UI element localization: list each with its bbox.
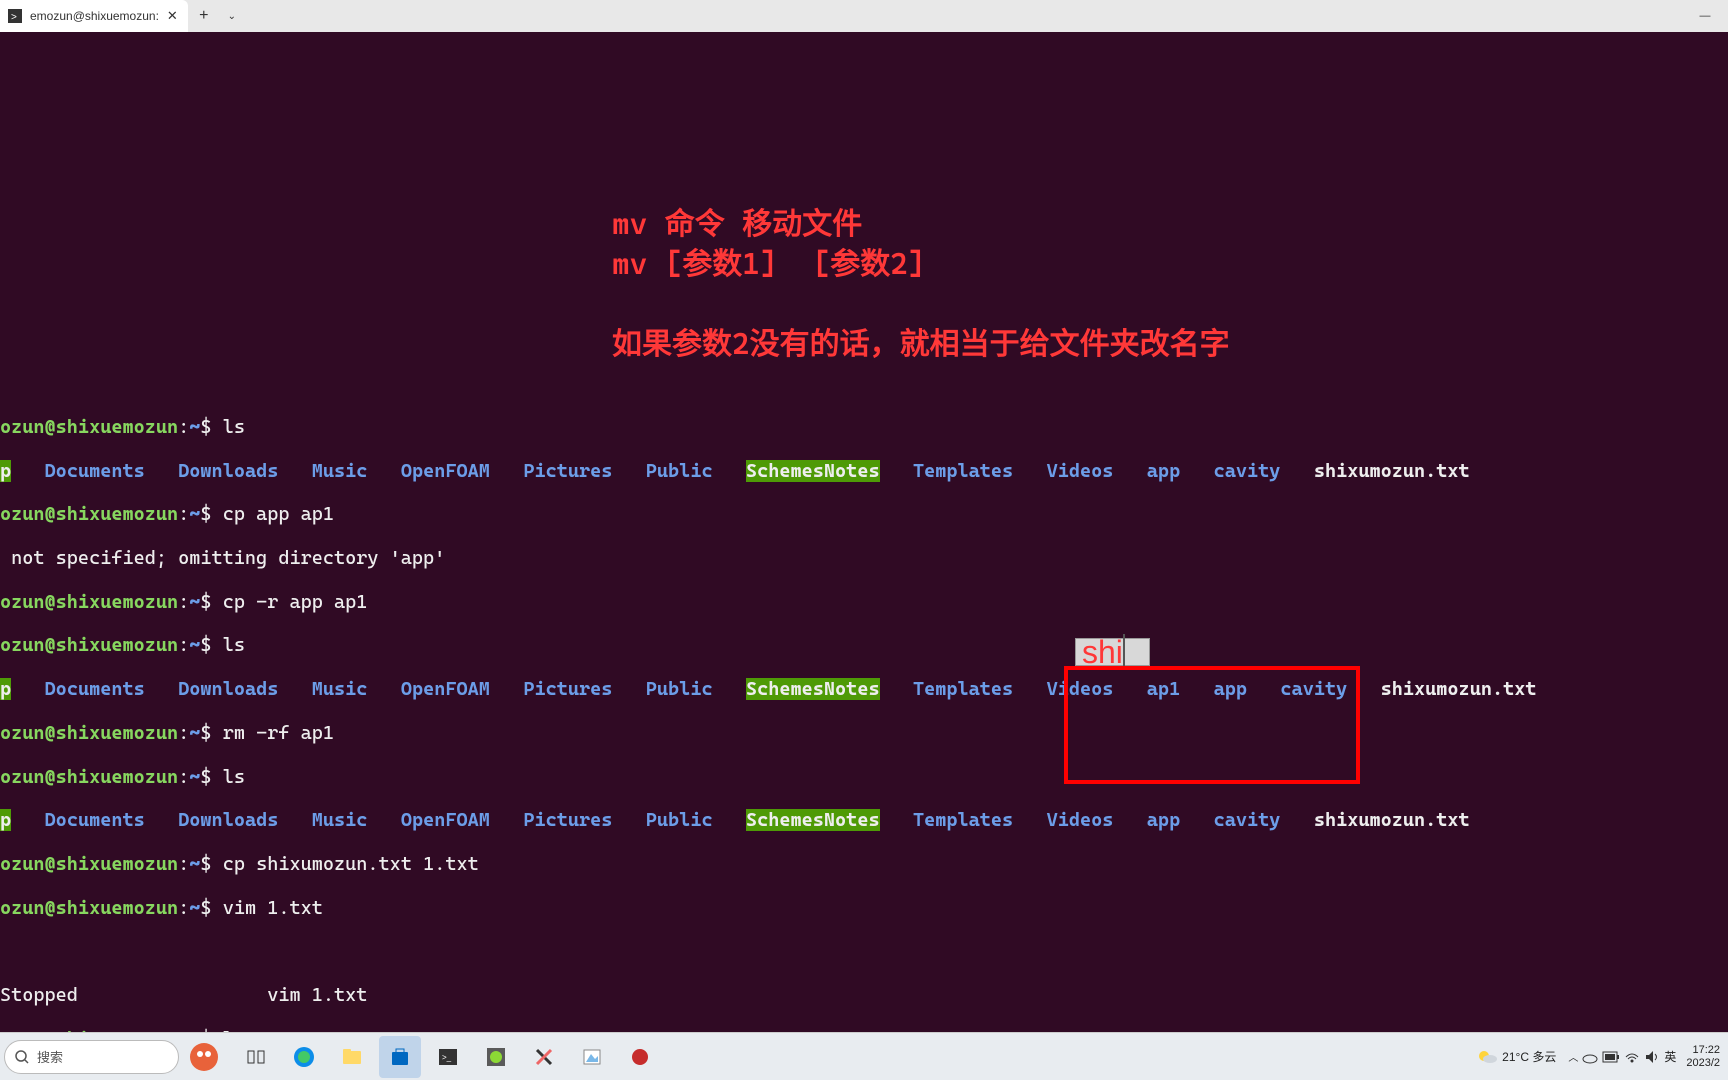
file-explorer-icon[interactable]	[331, 1036, 373, 1078]
wifi-icon[interactable]	[1624, 1049, 1640, 1065]
x-server-icon[interactable]	[523, 1036, 565, 1078]
store-icon[interactable]	[379, 1036, 421, 1078]
clock[interactable]: 17:22 2023/2	[1686, 1044, 1720, 1070]
command-cp: cp app ap1	[223, 503, 334, 525]
onedrive-icon[interactable]	[1582, 1049, 1598, 1065]
tab-dropdown-icon[interactable]: ⌄	[220, 0, 244, 32]
cp-error: not specified; omitting directory 'app'	[0, 547, 445, 569]
terminal-tab[interactable]: > emozun@shixuemozun: ✕	[0, 0, 188, 32]
command-vim: vim 1.txt	[223, 897, 323, 919]
txt-file: shixumozun.txt	[1314, 460, 1470, 482]
minimize-button[interactable]: —	[1682, 0, 1728, 32]
annotation-line1: mv 命令 移动文件	[612, 214, 862, 236]
tab-close-icon[interactable]: ✕	[167, 8, 178, 24]
record-icon[interactable]	[619, 1036, 661, 1078]
terminal-icon: >	[8, 9, 22, 23]
svg-text:>_: >_	[442, 1053, 452, 1062]
app-icon-green[interactable]	[475, 1036, 517, 1078]
taskbar: 搜索 >_ 21°C 多云 ︿ 英 17:22 2023/2	[0, 1032, 1728, 1080]
terminal-content[interactable]: ozun@shixuemozun:~$ ls p Documents Downl…	[0, 32, 1728, 1032]
tray-chevron-up-icon[interactable]: ︿	[1568, 1049, 1578, 1064]
ime-indicator[interactable]: 英	[1664, 1048, 1676, 1065]
schemes-notes-dir: SchemesNotes	[746, 460, 880, 482]
annotation-line3: 如果参数2没有的话，就相当于给文件夹改名字	[612, 334, 1230, 356]
volume-icon[interactable]	[1644, 1049, 1660, 1065]
titlebar: > emozun@shixuemozun: ✕ + ⌄ —	[0, 0, 1728, 32]
terminal-icon[interactable]: >_	[427, 1036, 469, 1078]
task-view-icon[interactable]	[235, 1036, 277, 1078]
system-tray: 21°C 多云 ︿ 英 17:22 2023/2	[1476, 1044, 1720, 1070]
command-rm: rm -rf ap1	[223, 722, 334, 744]
octopus-icon[interactable]	[183, 1036, 225, 1078]
ime-popup: shi	[1075, 638, 1150, 666]
command-ls: ls	[223, 416, 245, 438]
weather-icon	[1476, 1046, 1498, 1068]
edge-icon[interactable]	[283, 1036, 325, 1078]
svg-text:>: >	[11, 12, 17, 23]
search-icon	[15, 1050, 29, 1064]
battery-icon[interactable]	[1602, 1050, 1620, 1064]
stopped-msg: Stopped vim 1.txt	[0, 984, 367, 1006]
taskbar-search[interactable]: 搜索	[4, 1040, 179, 1074]
image-viewer-icon[interactable]	[571, 1036, 613, 1078]
weather-widget[interactable]: 21°C 多云	[1476, 1046, 1556, 1068]
annotation-line2: mv [参数1] [参数2]	[612, 254, 925, 276]
highlight-box	[1064, 666, 1360, 784]
prompt-user: ozun@shixuemozun	[0, 416, 178, 438]
new-tab-button[interactable]: +	[188, 0, 220, 32]
tab-title: emozun@shixuemozun:	[30, 9, 159, 23]
